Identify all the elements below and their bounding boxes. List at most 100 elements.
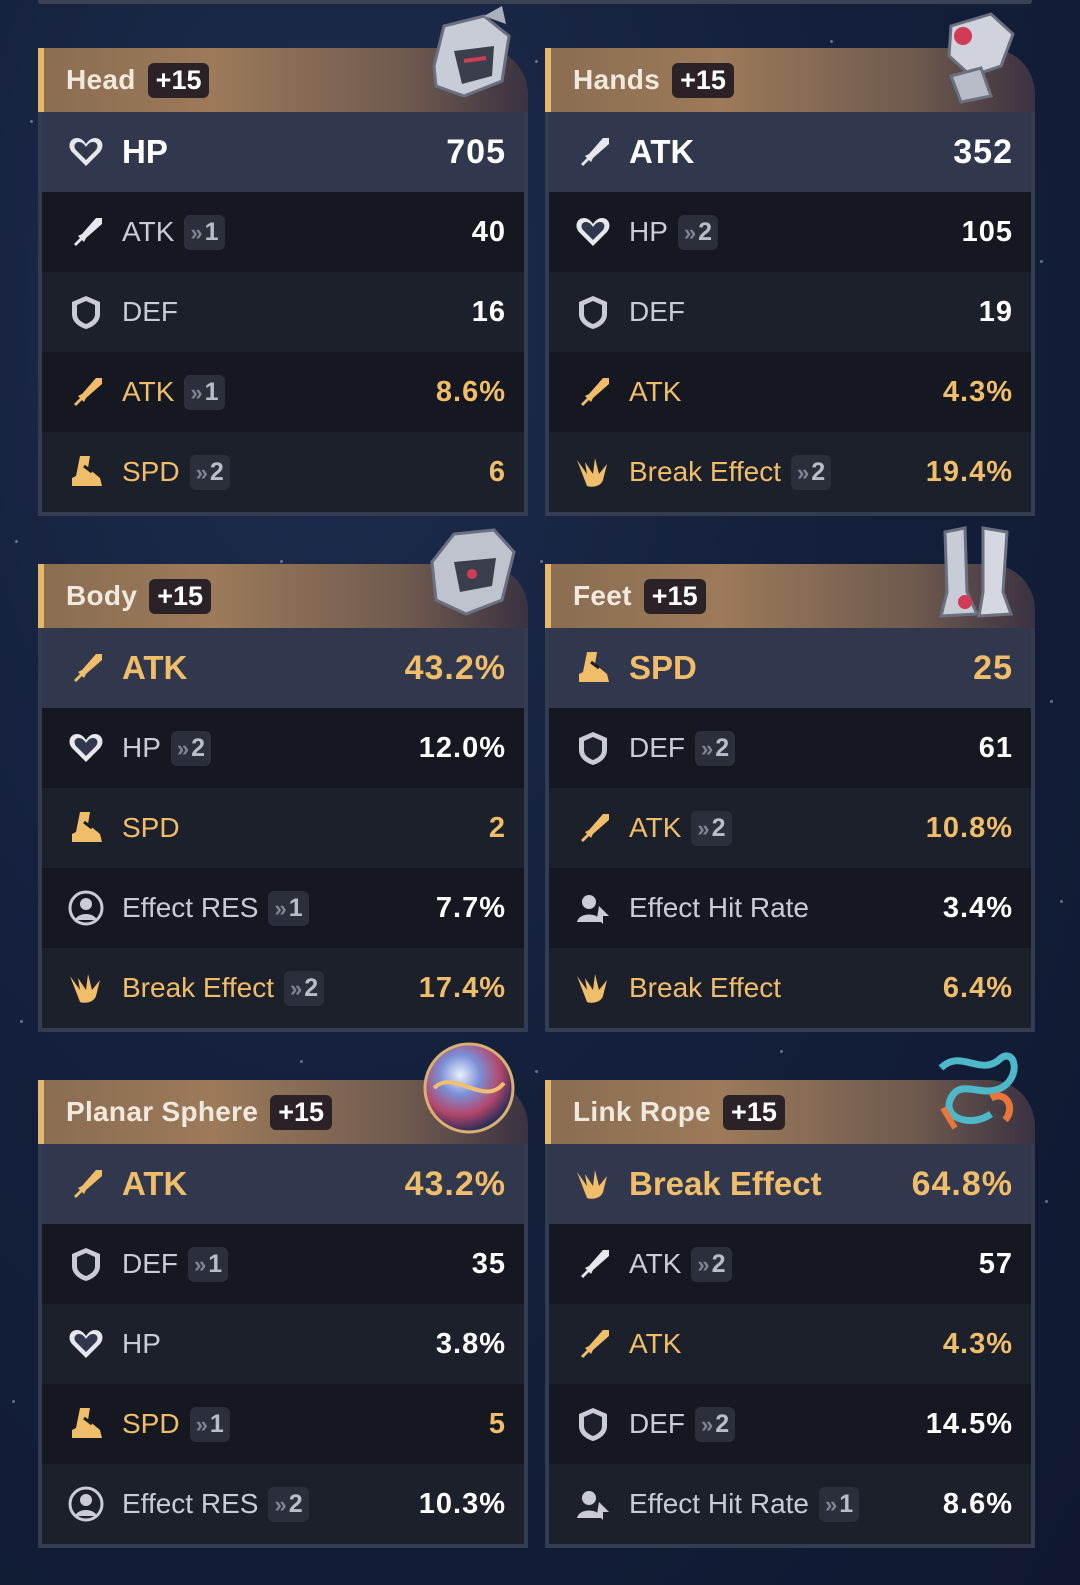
substat-value: 35 — [471, 1247, 506, 1280]
substat-value: 17.4% — [418, 971, 506, 1004]
shield-icon — [66, 1244, 106, 1284]
substat-name: Break Effect — [629, 456, 782, 487]
roll-count-badge: »2 — [189, 454, 230, 490]
roll-count: 1 — [204, 377, 219, 406]
level-badge: +15 — [643, 578, 706, 614]
main-stat-name: ATK — [122, 649, 188, 686]
star — [30, 120, 33, 123]
substat-row: SPD »2 6 — [42, 432, 524, 512]
substat-name: Break Effect — [122, 972, 275, 1003]
level-badge: +15 — [723, 1094, 785, 1130]
boot-icon — [66, 452, 106, 492]
substat-name: SPD — [122, 456, 180, 487]
roll-count: 2 — [288, 1489, 303, 1518]
effect-res-icon — [66, 888, 106, 928]
double-chevron-icon: » — [274, 895, 287, 921]
relic-card-feet[interactable]: Feet +15 SPD 25 DEF »2 61 ATK »2 10.8% Effect Hit … — [545, 516, 1035, 1032]
heart-icon — [66, 1324, 106, 1364]
stat-list: ATK 43.2% HP »2 12.0% SPD 2 Effect RES »1 7.7% Bre… — [38, 628, 528, 1032]
break-icon — [573, 452, 613, 492]
double-chevron-icon: » — [697, 1251, 710, 1277]
substat-row: DEF 16 — [42, 272, 524, 352]
roll-count-badge: »2 — [691, 1246, 732, 1282]
substat-name: ATK — [122, 376, 175, 407]
double-chevron-icon: » — [194, 1251, 207, 1277]
main-stat-name: ATK — [629, 133, 695, 170]
boots-icon — [921, 522, 1031, 622]
star — [1060, 900, 1063, 903]
double-chevron-icon: » — [195, 459, 208, 485]
relic-card-header: Body +15 — [38, 528, 528, 628]
roll-count: 2 — [711, 813, 726, 842]
main-stat-name: Break Effect — [629, 1165, 822, 1202]
substat-row: DEF »2 14.5% — [549, 1384, 1031, 1464]
main-stat-value: 25 — [973, 648, 1013, 687]
substat-row: Effect RES »1 7.7% — [42, 868, 524, 948]
roll-count-badge: »2 — [695, 730, 736, 766]
double-chevron-icon: » — [190, 379, 203, 405]
substat-value: 3.4% — [942, 891, 1013, 924]
substat-row: HP »2 105 — [549, 192, 1031, 272]
substat-name: HP — [122, 1328, 161, 1359]
sword-icon — [573, 132, 613, 172]
substat-value: 6.4% — [942, 971, 1013, 1004]
substat-value: 12.0% — [418, 731, 506, 764]
roll-count: 1 — [839, 1489, 854, 1518]
stat-list: ATK 43.2% DEF »1 35 HP 3.8% SPD »1 5 Effect RES »2 1… — [38, 1144, 528, 1548]
boot-icon — [573, 648, 613, 688]
heart-icon — [66, 132, 106, 172]
effect-hit-icon — [573, 888, 613, 928]
substat-name: Break Effect — [629, 972, 782, 1003]
substat-row: SPD »1 5 — [42, 1384, 524, 1464]
slot-name: Body — [66, 580, 138, 611]
main-stat-value: 705 — [446, 132, 506, 171]
substat-value: 6 — [488, 455, 506, 488]
roll-count-badge: »2 — [284, 970, 325, 1006]
stat-list: HP 705 ATK »1 40 DEF 16 ATK »1 8.6% SPD »2 6 — [38, 112, 528, 516]
double-chevron-icon: » — [195, 1411, 208, 1437]
level-badge: +15 — [672, 62, 734, 98]
double-chevron-icon: » — [290, 975, 303, 1001]
double-chevron-icon: » — [176, 735, 190, 761]
relic-card-header: Head +15 — [38, 6, 528, 112]
main-stat-row: Break Effect 64.8% — [549, 1144, 1031, 1224]
substat-value: 8.6% — [435, 375, 506, 408]
double-chevron-icon: » — [274, 1491, 287, 1517]
roll-count-badge: »2 — [695, 1406, 736, 1442]
substat-value: 40 — [471, 215, 506, 248]
substat-name: Effect Hit Rate — [629, 1488, 810, 1519]
gauntlet-icon — [921, 6, 1031, 106]
relic-card-head[interactable]: Head +15 HP 705 ATK »1 40 DEF 16 ATK »1 8.6% SPD »2 6 — [38, 0, 528, 516]
double-chevron-icon: » — [683, 219, 697, 245]
level-badge: +15 — [147, 62, 210, 98]
effect-res-icon — [66, 1484, 106, 1524]
substat-row: Break Effect 6.4% — [549, 948, 1031, 1028]
double-chevron-icon: » — [701, 1411, 714, 1437]
slot-name: Hands — [573, 64, 661, 95]
sword-icon — [573, 808, 613, 848]
substat-name: DEF — [629, 1408, 685, 1439]
main-stat-row: HP 705 — [42, 112, 524, 192]
roll-count-badge: »2 — [791, 454, 832, 490]
star — [1040, 260, 1043, 263]
relic-card-link-rope[interactable]: Link Rope +15 Break Effect 64.8% ATK »2 57 ATK 4… — [545, 1032, 1035, 1548]
relic-card-hands[interactable]: Hands +15 ATK 352 HP »2 105 DEF 19 ATK 4.3% Break E… — [545, 0, 1035, 516]
roll-count-badge: »1 — [188, 1246, 229, 1282]
sword-icon — [573, 372, 613, 412]
roll-count: 2 — [698, 217, 713, 246]
substat-name: HP — [629, 216, 668, 247]
relic-card-body[interactable]: Body +15 ATK 43.2% HP »2 12.0% SPD 2 Effect RES »1… — [38, 516, 528, 1032]
substat-value: 19.4% — [925, 455, 1013, 488]
substat-value: 7.7% — [435, 891, 506, 924]
relic-card-planar-sphere[interactable]: Planar Sphere +15 ATK 43.2% DEF »1 35 HP 3.8% SPD… — [38, 1032, 528, 1548]
main-stat-name: SPD — [629, 649, 697, 686]
star — [1050, 700, 1053, 703]
substat-name: SPD — [122, 812, 180, 843]
sphere-icon — [414, 1038, 524, 1138]
substat-value: 8.6% — [942, 1487, 1013, 1520]
sword-icon — [66, 212, 106, 252]
double-chevron-icon: » — [697, 815, 710, 841]
substat-row: ATK »1 40 — [42, 192, 524, 272]
substat-name: Effect RES — [122, 1488, 259, 1519]
star — [1045, 1200, 1048, 1203]
